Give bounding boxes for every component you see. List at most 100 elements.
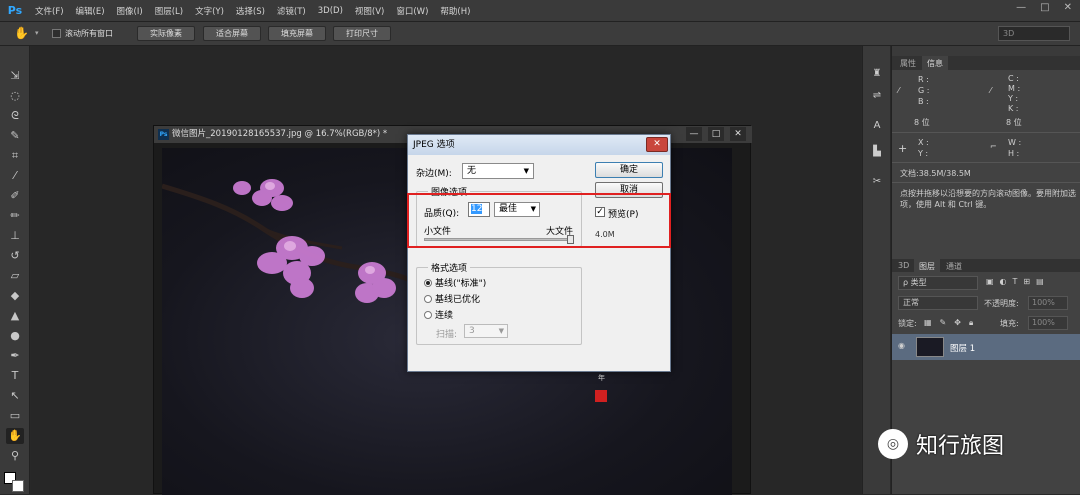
minimize-icon[interactable]: — [1016,2,1026,13]
wechat-icon: ◎ [878,429,908,459]
close-icon[interactable]: ✕ [730,127,746,141]
format-baseline-standard[interactable]: 基线("标准") [424,276,486,289]
fill-input[interactable]: 100% [1028,316,1068,330]
opacity-input[interactable]: 100% [1028,296,1068,310]
scroll-all-windows-option[interactable]: 滚动所有窗口 [52,28,113,39]
info-y: Y : [1008,94,1019,103]
hand-tool-icon[interactable]: ✋ [6,428,24,444]
layer-thumbnail [916,337,944,357]
quick-select-tool-icon[interactable]: ✎ [6,128,24,144]
zoom-tool-icon[interactable]: ⚲ [6,448,24,464]
kind-label: ρ 类型 [903,278,927,287]
history-icon[interactable]: ♜ [869,66,885,82]
tool-presets-icon[interactable]: ✂ [869,174,885,190]
document-title: 微信图片_20190128165537.jpg @ 16.7%(RGB/8*) … [172,129,388,139]
workspace-select[interactable]: 3D [998,26,1070,41]
lock-label: 锁定: [898,319,917,328]
menu-type[interactable]: 文字(Y) [195,5,224,17]
hand-tool-icon[interactable]: ✋ [14,26,29,40]
blend-mode-select[interactable]: 正常 [898,296,978,310]
photoshop-logo: Ps [7,4,23,17]
scans-select[interactable]: 3 ▼ [464,324,508,338]
lock-icons[interactable]: ▦✎✥🔒︎ [924,318,981,328]
scroll-all-checkbox[interactable] [52,29,61,38]
close-icon[interactable]: ✕ [1064,2,1072,13]
tool-preset-chevron-icon[interactable]: ▾ [35,29,39,37]
menu-help[interactable]: 帮助(H) [440,5,470,17]
info-c: C : [1008,74,1019,83]
info-h: H : [1008,149,1020,158]
paint-bucket-tool-icon[interactable]: ◆ [6,288,24,304]
menu-view[interactable]: 视图(V) [355,5,384,17]
maximize-icon[interactable]: □ [708,127,724,141]
tab-properties[interactable]: 属性 [900,58,916,69]
radio-baseline-optimized[interactable] [424,294,432,303]
seal-caption: 年 [598,374,605,382]
tab-3d[interactable]: 3D [898,261,909,270]
menu-file[interactable]: 文件(F) [35,5,64,17]
info-k: K : [1008,104,1019,113]
character-icon[interactable]: A [869,118,885,134]
rectangle-tool-icon[interactable]: ▭ [6,408,24,424]
menu-window[interactable]: 窗口(W) [396,5,428,17]
menu-image[interactable]: 图像(I) [117,5,143,17]
menu-layer[interactable]: 图层(L) [155,5,183,17]
highlight-box [407,193,671,248]
tab-info[interactable]: 信息 [922,56,948,71]
actual-pixels-button[interactable]: 实际像素 [137,26,195,41]
minimize-icon[interactable]: — [686,127,702,141]
healing-brush-tool-icon[interactable]: ✐ [6,188,24,204]
clone-source-icon[interactable]: ▙ [869,144,885,160]
format-baseline-optimized[interactable]: 基线已优化 [424,292,480,305]
crop-tool-icon[interactable]: ⌗ [6,148,24,164]
radio-progressive[interactable] [424,310,432,319]
dodge-tool-icon[interactable]: ● [6,328,24,344]
matte-select[interactable]: 无 ▼ [462,163,534,179]
path-select-tool-icon[interactable]: ↖ [6,388,24,404]
dialog-title-bar[interactable]: JPEG 选项 [408,135,670,155]
blur-tool-icon[interactable]: ▲ [6,308,24,324]
fill-screen-button[interactable]: 填充屏幕 [268,26,326,41]
eye-icon[interactable]: ◉ [898,341,905,350]
fit-screen-button[interactable]: 适合屏幕 [203,26,261,41]
history-brush-tool-icon[interactable]: ↺ [6,248,24,264]
dialog-close-button[interactable]: ✕ [646,137,668,152]
pen-tool-icon[interactable]: ✒ [6,348,24,364]
menu-edit[interactable]: 编辑(E) [76,5,105,17]
lasso-tool-icon[interactable]: ᘓ [6,108,24,124]
marquee-tool-icon[interactable]: ◌ [6,88,24,104]
info-w: W : [1008,138,1022,147]
tab-channels[interactable]: 通道 [946,261,962,272]
radio-baseline-standard[interactable] [424,278,432,287]
info-panel: ⁄ R : G : B : ⁄ C : M : Y : K : 8 位 8 位 … [892,70,1080,290]
red-seal-stamp [595,390,607,402]
menu-bar: Ps 文件(F) 编辑(E) 图像(I) 图层(L) 文字(Y) 选择(S) 滤… [0,0,1080,22]
menu-filter[interactable]: 滤镜(T) [277,5,306,17]
layer-kind-filter[interactable]: ρ 类型 [898,276,978,290]
tool-hint: 点按并拖移以沿想要的方向滚动图像。要用附加选项，使用 Alt 和 Ctrl 键。 [900,189,1076,209]
menu-3d[interactable]: 3D(D) [318,6,343,16]
eraser-tool-icon[interactable]: ▱ [6,268,24,284]
info-panel-tabs: 属性 信息 [892,56,1080,71]
format-progressive[interactable]: 连续 [424,308,453,321]
layer-filter-icons[interactable]: ▣◐T⊞▤ [986,277,1050,286]
type-tool-icon[interactable]: T [6,368,24,384]
move-tool-icon[interactable]: ⇲ [6,68,24,84]
menu-select[interactable]: 选择(S) [236,5,265,17]
chevron-down-icon: ▼ [523,167,529,175]
tools-panel: ⇲ ◌ ᘓ ✎ ⌗ ⁄ ✐ ✏ ⊥ ↺ ▱ ◆ ▲ ● ✒ T ↖ ▭ ✋ ⚲ [0,46,30,494]
layer-row[interactable]: ◉ 图层 1 [892,334,1080,360]
clone-stamp-tool-icon[interactable]: ⊥ [6,228,24,244]
adjustments-icon[interactable]: ⇌ [869,88,885,104]
blend-mode-value: 正常 [903,298,919,307]
maximize-icon[interactable]: □ [1040,2,1049,13]
scroll-all-label: 滚动所有窗口 [65,29,113,38]
divider [892,132,1080,133]
brush-tool-icon[interactable]: ✏ [6,208,24,224]
info-b: B : [918,97,929,106]
ok-button[interactable]: 确定 [595,162,663,178]
crosshair-icon: + [898,142,908,155]
print-size-button[interactable]: 打印尺寸 [333,26,391,41]
eyedropper-tool-icon[interactable]: ⁄ [6,168,24,184]
background-color-swatch[interactable] [12,480,24,492]
